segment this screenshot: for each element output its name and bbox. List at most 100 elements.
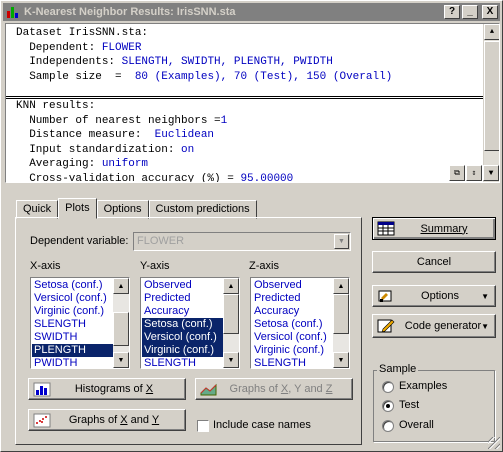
scroll-down-arrow-icon[interactable]: ▼ bbox=[223, 352, 239, 368]
scroll-down-arrow-icon[interactable]: ▼ bbox=[333, 352, 349, 368]
results-window: K-Nearest Neighbor Results: IrisSNN.sta … bbox=[0, 0, 503, 452]
copy-icon[interactable]: ⧉ bbox=[449, 165, 465, 181]
x-axis-label: X-axis bbox=[30, 260, 61, 272]
knn-results-line: Number of nearest neighbors =1 bbox=[6, 114, 484, 129]
knn-results-line: Distance measure: Euclidean bbox=[6, 128, 484, 143]
sample-overall-radio[interactable] bbox=[382, 420, 394, 432]
dataset-summary-line: Dataset IrisSNN.sta: bbox=[6, 26, 484, 41]
list-item[interactable]: Versicol (conf.) bbox=[142, 331, 223, 344]
window-title: K-Nearest Neighbor Results: IrisSNN.sta bbox=[24, 6, 236, 18]
list-item[interactable]: PWIDTH bbox=[32, 357, 113, 368]
list-item[interactable]: Versicol (conf.) bbox=[32, 292, 113, 305]
output-key: Averaging: bbox=[16, 158, 102, 170]
output-key: Number of nearest neighbors = bbox=[16, 114, 221, 127]
list-item[interactable]: SLENGTH bbox=[252, 357, 333, 368]
list-item[interactable]: Accuracy bbox=[252, 305, 333, 318]
scroll-up-arrow-icon[interactable]: ▲ bbox=[223, 278, 239, 294]
options-button[interactable]: Options ▼ bbox=[372, 285, 496, 307]
list-item[interactable]: Setosa (conf.) bbox=[142, 318, 223, 331]
y-axis-list[interactable]: Observed Predicted Accuracy Setosa (conf.) V… bbox=[140, 277, 240, 369]
graphs-xy-key-x: X bbox=[120, 414, 128, 426]
cancel-button[interactable]: Cancel bbox=[372, 251, 496, 273]
knn-results-section: KNN results: Number of nearest neighbors… bbox=[6, 98, 484, 183]
minimize-button[interactable]: _ bbox=[462, 5, 478, 19]
output-key: Distance measure: bbox=[16, 129, 155, 141]
resize-grip[interactable] bbox=[488, 437, 500, 449]
output-key: Sample size = bbox=[16, 70, 135, 83]
output-key: Cross-validation accuracy (%) = bbox=[16, 172, 241, 183]
x-axis-list[interactable]: Setosa (conf.) Versicol (conf.) Virginic (… bbox=[30, 277, 130, 369]
knn-results-line: Averaging: uniform bbox=[6, 157, 484, 172]
scroll-up-arrow-icon[interactable]: ▲ bbox=[113, 278, 129, 294]
graphs-of-x-and-y-button[interactable]: Graphs of X and Y bbox=[28, 409, 186, 431]
summary-table-icon bbox=[377, 221, 395, 236]
graphs-of-x-y-z-button: Graphs of X, Y and Z bbox=[195, 378, 353, 400]
list-item[interactable]: Setosa (conf.) bbox=[32, 279, 113, 292]
output-scrollbar[interactable]: ▲ bbox=[483, 24, 499, 182]
list-item[interactable]: Predicted bbox=[252, 292, 333, 305]
z-axis-list[interactable]: Observed Predicted Accuracy Setosa (conf.) V… bbox=[250, 277, 350, 369]
scroll-up-arrow-icon[interactable]: ▲ bbox=[333, 278, 349, 294]
y-axis-scrollbar[interactable]: ▲ ▼ bbox=[223, 278, 239, 368]
knn-results-line: Cross-validation accuracy (%) = 95.00000 bbox=[6, 172, 484, 183]
sort-icon[interactable]: ⇕ bbox=[466, 165, 482, 181]
graphs-xy-label: Graphs of bbox=[68, 414, 121, 426]
histograms-of-x-button[interactable]: Histograms of X bbox=[28, 378, 186, 400]
summary-button[interactable]: Summary bbox=[372, 217, 496, 240]
list-item[interactable]: SLENGTH bbox=[142, 357, 223, 368]
list-item[interactable]: Virginic (conf.) bbox=[142, 344, 223, 357]
dropdown-arrow-icon: ▼ bbox=[481, 321, 489, 331]
title-bar[interactable]: K-Nearest Neighbor Results: IrisSNN.sta … bbox=[3, 3, 500, 21]
histogram-icon bbox=[33, 382, 51, 397]
output-value: SLENGTH, SWIDTH, PLENGTH, PWIDTH bbox=[121, 56, 333, 68]
scroll-down-arrow-icon[interactable]: ▼ bbox=[483, 165, 499, 181]
dependent-variable-select: FLOWER ▼ bbox=[133, 232, 351, 251]
list-item[interactable]: Predicted bbox=[142, 292, 223, 305]
list-item[interactable]: SLENGTH bbox=[32, 318, 113, 331]
output-value: FLOWER bbox=[101, 41, 142, 54]
dataset-summary-line: Independents: SLENGTH, SWIDTH, PLENGTH, … bbox=[6, 55, 484, 70]
z-axis-scrollbar[interactable]: ▲ ▼ bbox=[333, 278, 349, 368]
code-generator-button[interactable]: Code generator ▼ bbox=[372, 314, 496, 338]
scroll-thumb[interactable] bbox=[333, 294, 349, 334]
list-item[interactable]: PLENGTH bbox=[32, 344, 113, 357]
sample-test-label: Test bbox=[399, 399, 420, 411]
graphs-xy-key-y: Y bbox=[151, 414, 160, 426]
surface-plot-icon bbox=[200, 383, 217, 396]
sample-examples-label: Examples bbox=[399, 380, 448, 392]
help-button[interactable]: ? bbox=[444, 5, 460, 19]
scatterplot-icon bbox=[33, 413, 51, 428]
list-item[interactable]: Observed bbox=[252, 279, 333, 292]
output-key: Dataset IrisSNN.sta: bbox=[16, 27, 149, 39]
scroll-up-arrow-icon[interactable]: ▲ bbox=[484, 24, 499, 40]
z-axis-label: Z-axis bbox=[249, 260, 279, 272]
chevron-down-icon: ▼ bbox=[334, 234, 349, 249]
list-item[interactable]: Setosa (conf.) bbox=[252, 318, 333, 331]
graphs-xyz-label: Graphs of bbox=[229, 383, 281, 395]
results-output-pane[interactable]: Dataset IrisSNN.sta: Dependent: FLOWER I… bbox=[5, 23, 500, 183]
output-key: Input standardization: bbox=[16, 143, 182, 156]
list-item[interactable]: SWIDTH bbox=[32, 331, 113, 344]
scroll-thumb[interactable] bbox=[484, 41, 499, 151]
sample-examples-radio[interactable] bbox=[382, 381, 394, 393]
sample-test-radio[interactable] bbox=[382, 400, 394, 412]
list-item[interactable]: Observed bbox=[142, 279, 223, 292]
output-value: on bbox=[181, 143, 195, 156]
options-icon bbox=[378, 290, 392, 302]
x-axis-scrollbar[interactable]: ▲ ▼ bbox=[113, 278, 129, 368]
code-generator-icon bbox=[377, 319, 395, 333]
list-item[interactable]: Virginic (conf.) bbox=[252, 344, 333, 357]
scroll-thumb[interactable] bbox=[113, 312, 129, 346]
scroll-down-arrow-icon[interactable]: ▼ bbox=[113, 352, 129, 368]
code-generator-label: Code generator bbox=[404, 320, 482, 332]
list-item[interactable]: Versicol (conf.) bbox=[252, 331, 333, 344]
list-item[interactable]: Virginic (conf.) bbox=[32, 305, 113, 318]
output-value: 1 bbox=[220, 114, 228, 127]
histograms-key: X bbox=[145, 383, 154, 395]
list-item[interactable]: Accuracy bbox=[142, 305, 223, 318]
include-case-names-checkbox[interactable] bbox=[197, 420, 209, 432]
scroll-thumb[interactable] bbox=[223, 294, 239, 334]
tab-plots[interactable]: Plots bbox=[58, 198, 97, 219]
close-button[interactable]: X bbox=[482, 5, 498, 19]
graphs-xyz-mid: , Y and bbox=[288, 383, 326, 395]
